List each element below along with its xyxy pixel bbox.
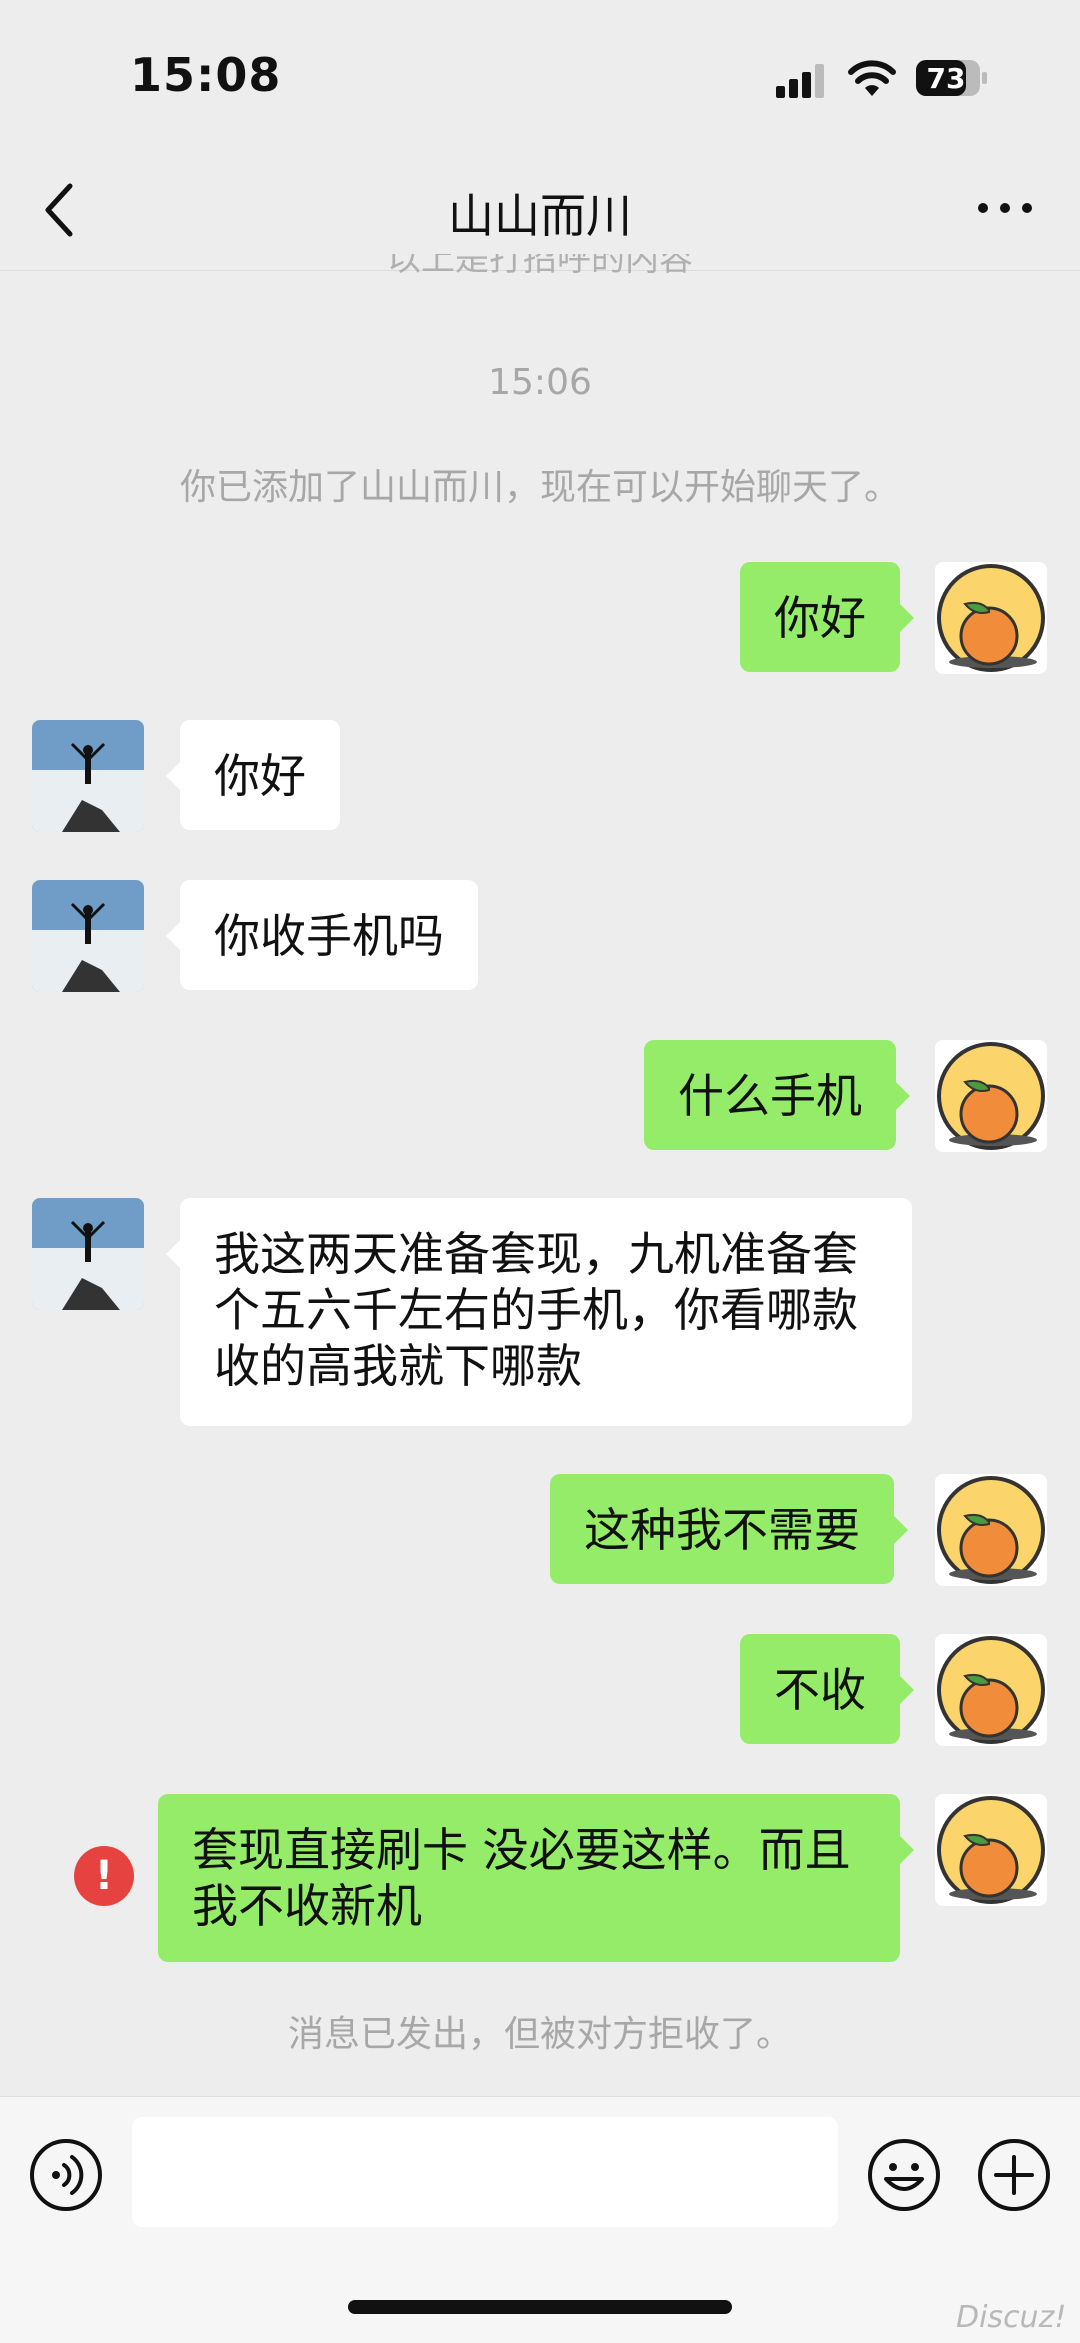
orange-avatar-icon [937, 1636, 1045, 1744]
timestamp: 15:06 [488, 362, 592, 403]
message-bubble[interactable]: 这种我不需要 [550, 1474, 908, 1584]
avatar[interactable] [935, 1634, 1047, 1746]
battery-icon: 73 [916, 60, 987, 96]
orange-avatar-icon [937, 1476, 1045, 1584]
avatar[interactable] [935, 1040, 1047, 1152]
message-bubble[interactable]: 你好 [166, 720, 340, 830]
avatar[interactable] [32, 880, 144, 992]
avatar[interactable] [935, 1794, 1047, 1906]
nav-bar: 山山而川 [0, 150, 1080, 271]
avatar[interactable] [935, 562, 1047, 674]
orange-avatar-icon [937, 1796, 1045, 1904]
avatar[interactable] [32, 720, 144, 832]
mountain-avatar-icon [32, 1198, 144, 1310]
status-time: 15:08 [130, 48, 282, 102]
chat-title: 山山而川 [448, 189, 632, 243]
battery-level: 73 [927, 62, 966, 95]
mountain-avatar-icon [32, 720, 144, 832]
history-cut-text: 以上是打招呼的内容 [387, 254, 693, 279]
signal-icon [776, 64, 824, 98]
message-input[interactable] [132, 2117, 838, 2227]
message-bubble[interactable]: 不收 [740, 1634, 914, 1744]
orange-avatar-icon [937, 1042, 1045, 1150]
rejected-notice: 消息已发出，但被对方拒收了。 [287, 2014, 792, 2055]
emoji-icon[interactable] [866, 2137, 942, 2213]
voice-icon[interactable] [28, 2137, 104, 2213]
wifi-icon [848, 60, 896, 96]
error-icon[interactable]: ! [74, 1846, 134, 1906]
system-message: 你已添加了山山而川，现在可以开始聊天了。 [179, 467, 900, 508]
avatar[interactable] [935, 1474, 1047, 1586]
status-bar: 15:08 73 [0, 0, 1080, 150]
message-bubble[interactable]: 你收手机吗 [166, 880, 478, 990]
more-icon[interactable] [975, 198, 1035, 218]
message-bubble[interactable]: 你好 [740, 562, 914, 672]
message-bubble[interactable]: 什么手机 [644, 1040, 910, 1150]
plus-icon[interactable] [976, 2137, 1052, 2213]
mountain-avatar-icon [32, 880, 144, 992]
message-bubble[interactable]: 我这两天准备套现，九机准备套个五六千左右的手机，你看哪款收的高我就下哪款 [166, 1198, 912, 1426]
watermark: Discuz! [956, 2300, 1067, 2335]
avatar[interactable] [32, 1198, 144, 1310]
message-bubble[interactable]: 套现直接刷卡 没必要这样。而且我不收新机 [158, 1794, 914, 1962]
orange-avatar-icon [937, 564, 1045, 672]
home-indicator[interactable] [348, 2300, 732, 2314]
